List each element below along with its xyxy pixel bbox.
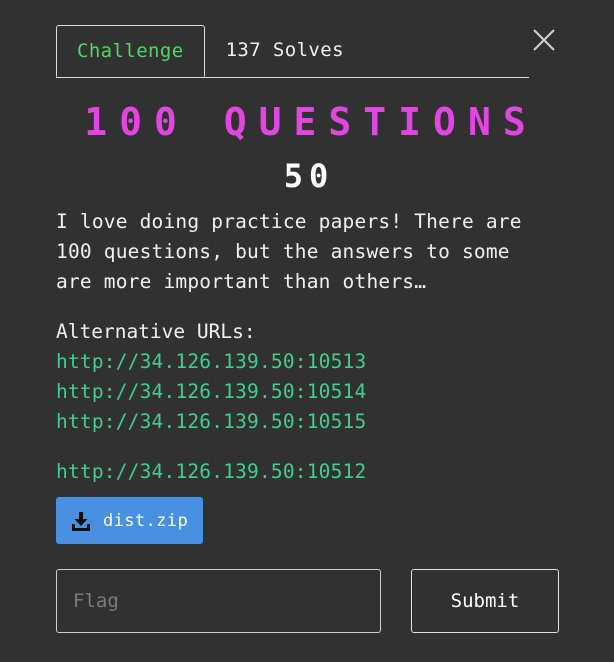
challenge-description: I love doing practice papers! There are … xyxy=(56,210,522,293)
alternative-url-link[interactable]: http://34.126.139.50:10513 xyxy=(56,347,366,377)
tab-bar: Challenge 137 Solves xyxy=(56,25,529,78)
flag-input[interactable] xyxy=(56,569,381,633)
tab-solves[interactable]: 137 Solves xyxy=(205,25,365,75)
close-icon[interactable] xyxy=(532,28,556,52)
alternative-url-link[interactable]: http://34.126.139.50:10515 xyxy=(56,407,366,437)
download-label: dist.zip xyxy=(103,510,189,531)
alternative-urls-label: Alternative URLs: xyxy=(56,320,256,343)
challenge-title: 100 QUESTIONS xyxy=(84,100,538,144)
submit-button[interactable]: Submit xyxy=(411,569,559,633)
alternative-url-link[interactable]: http://34.126.139.50:10514 xyxy=(56,377,366,407)
challenge-points: 50 xyxy=(283,157,335,195)
download-button[interactable]: dist.zip xyxy=(56,497,203,544)
primary-url-link[interactable]: http://34.126.139.50:10512 xyxy=(56,457,366,487)
tab-challenge[interactable]: Challenge xyxy=(56,25,205,77)
download-icon xyxy=(71,511,91,531)
challenge-modal: Challenge 137 Solves 100 QUESTIONS 50 I … xyxy=(0,0,614,662)
